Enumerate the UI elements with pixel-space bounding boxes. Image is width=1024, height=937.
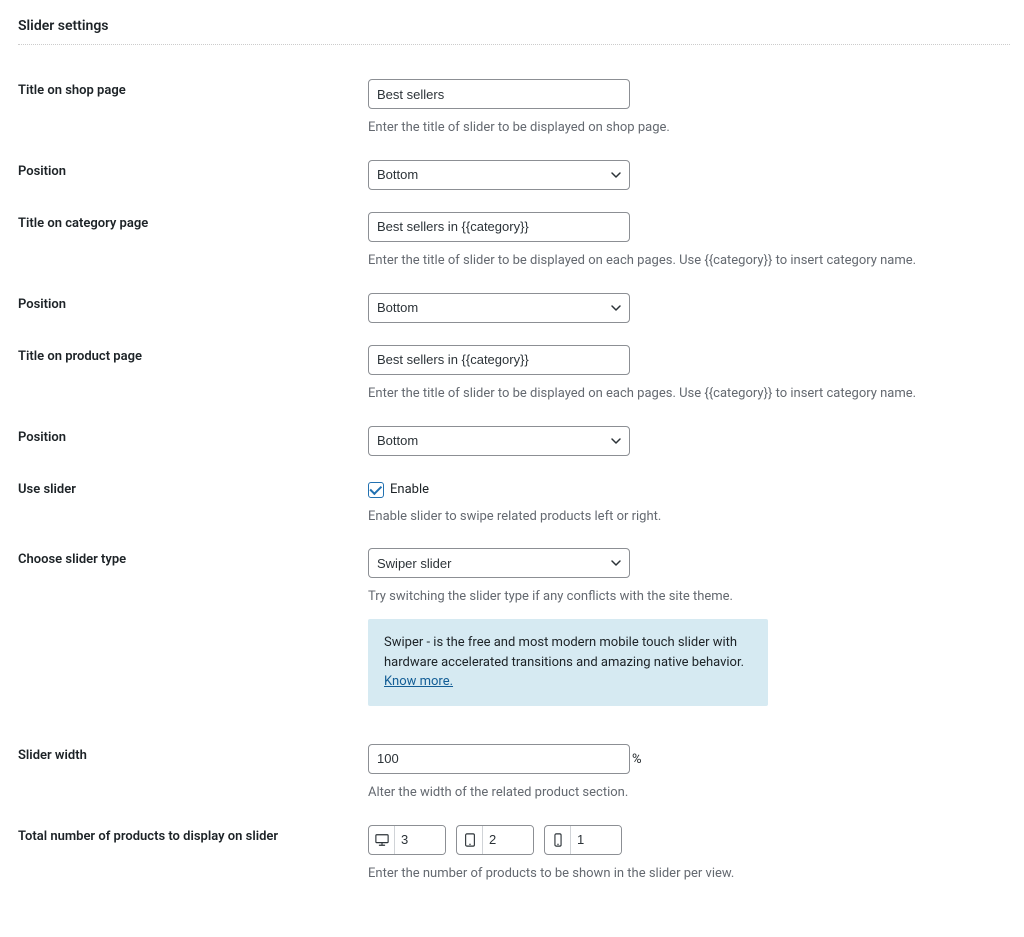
input-products-tablet[interactable] (483, 826, 533, 854)
settings-form: Title on shop page Enter the title of sl… (18, 71, 1010, 897)
label-slider-width: Slider width (18, 736, 368, 817)
desc-slider-type: Try switching the slider type if any con… (368, 588, 1000, 607)
select-position-product[interactable]: Bottom (368, 426, 630, 456)
divider (18, 44, 1010, 45)
label-position-product: Position (18, 418, 368, 470)
unit-percent: % (630, 752, 642, 767)
input-products-desktop[interactable] (395, 826, 445, 854)
info-box-swiper: Swiper - is the free and most modern mob… (368, 619, 768, 706)
device-field-mobile (544, 825, 622, 855)
label-title-product: Title on product page (18, 337, 368, 418)
device-field-desktop (368, 825, 446, 855)
info-text: Swiper - is the free and most modern mob… (384, 635, 744, 670)
select-slider-type[interactable]: Swiper slider (368, 548, 630, 578)
input-title-category[interactable] (368, 212, 630, 242)
select-position-category[interactable]: Bottom (368, 293, 630, 323)
section-title: Slider settings (18, 18, 1010, 44)
desktop-icon (369, 826, 395, 854)
desc-slider-width: Alter the width of the related product s… (368, 784, 1000, 803)
desc-title-product: Enter the title of slider to be displaye… (368, 385, 1000, 404)
input-title-product[interactable] (368, 345, 630, 375)
input-title-shop[interactable] (368, 79, 630, 109)
label-products-per-view: Total number of products to display on s… (18, 817, 368, 898)
device-field-tablet (456, 825, 534, 855)
label-position-category: Position (18, 285, 368, 337)
desc-products-per-view: Enter the number of products to be shown… (368, 865, 1000, 884)
checkbox-use-slider[interactable] (368, 482, 384, 498)
label-slider-type: Choose slider type (18, 540, 368, 735)
link-know-more[interactable]: Know more. (384, 674, 453, 689)
checkbox-label-enable: Enable (390, 482, 429, 497)
desc-title-category: Enter the title of slider to be displaye… (368, 252, 1000, 271)
mobile-icon (545, 826, 571, 854)
desc-use-slider: Enable slider to swipe related products … (368, 508, 1000, 527)
input-slider-width[interactable] (368, 744, 630, 774)
input-products-mobile[interactable] (571, 826, 621, 854)
label-title-category: Title on category page (18, 204, 368, 285)
label-position-shop: Position (18, 152, 368, 204)
tablet-icon (457, 826, 483, 854)
select-position-shop[interactable]: Bottom (368, 160, 630, 190)
label-use-slider: Use slider (18, 470, 368, 541)
label-title-shop: Title on shop page (18, 71, 368, 152)
desc-title-shop: Enter the title of slider to be displaye… (368, 119, 1000, 138)
